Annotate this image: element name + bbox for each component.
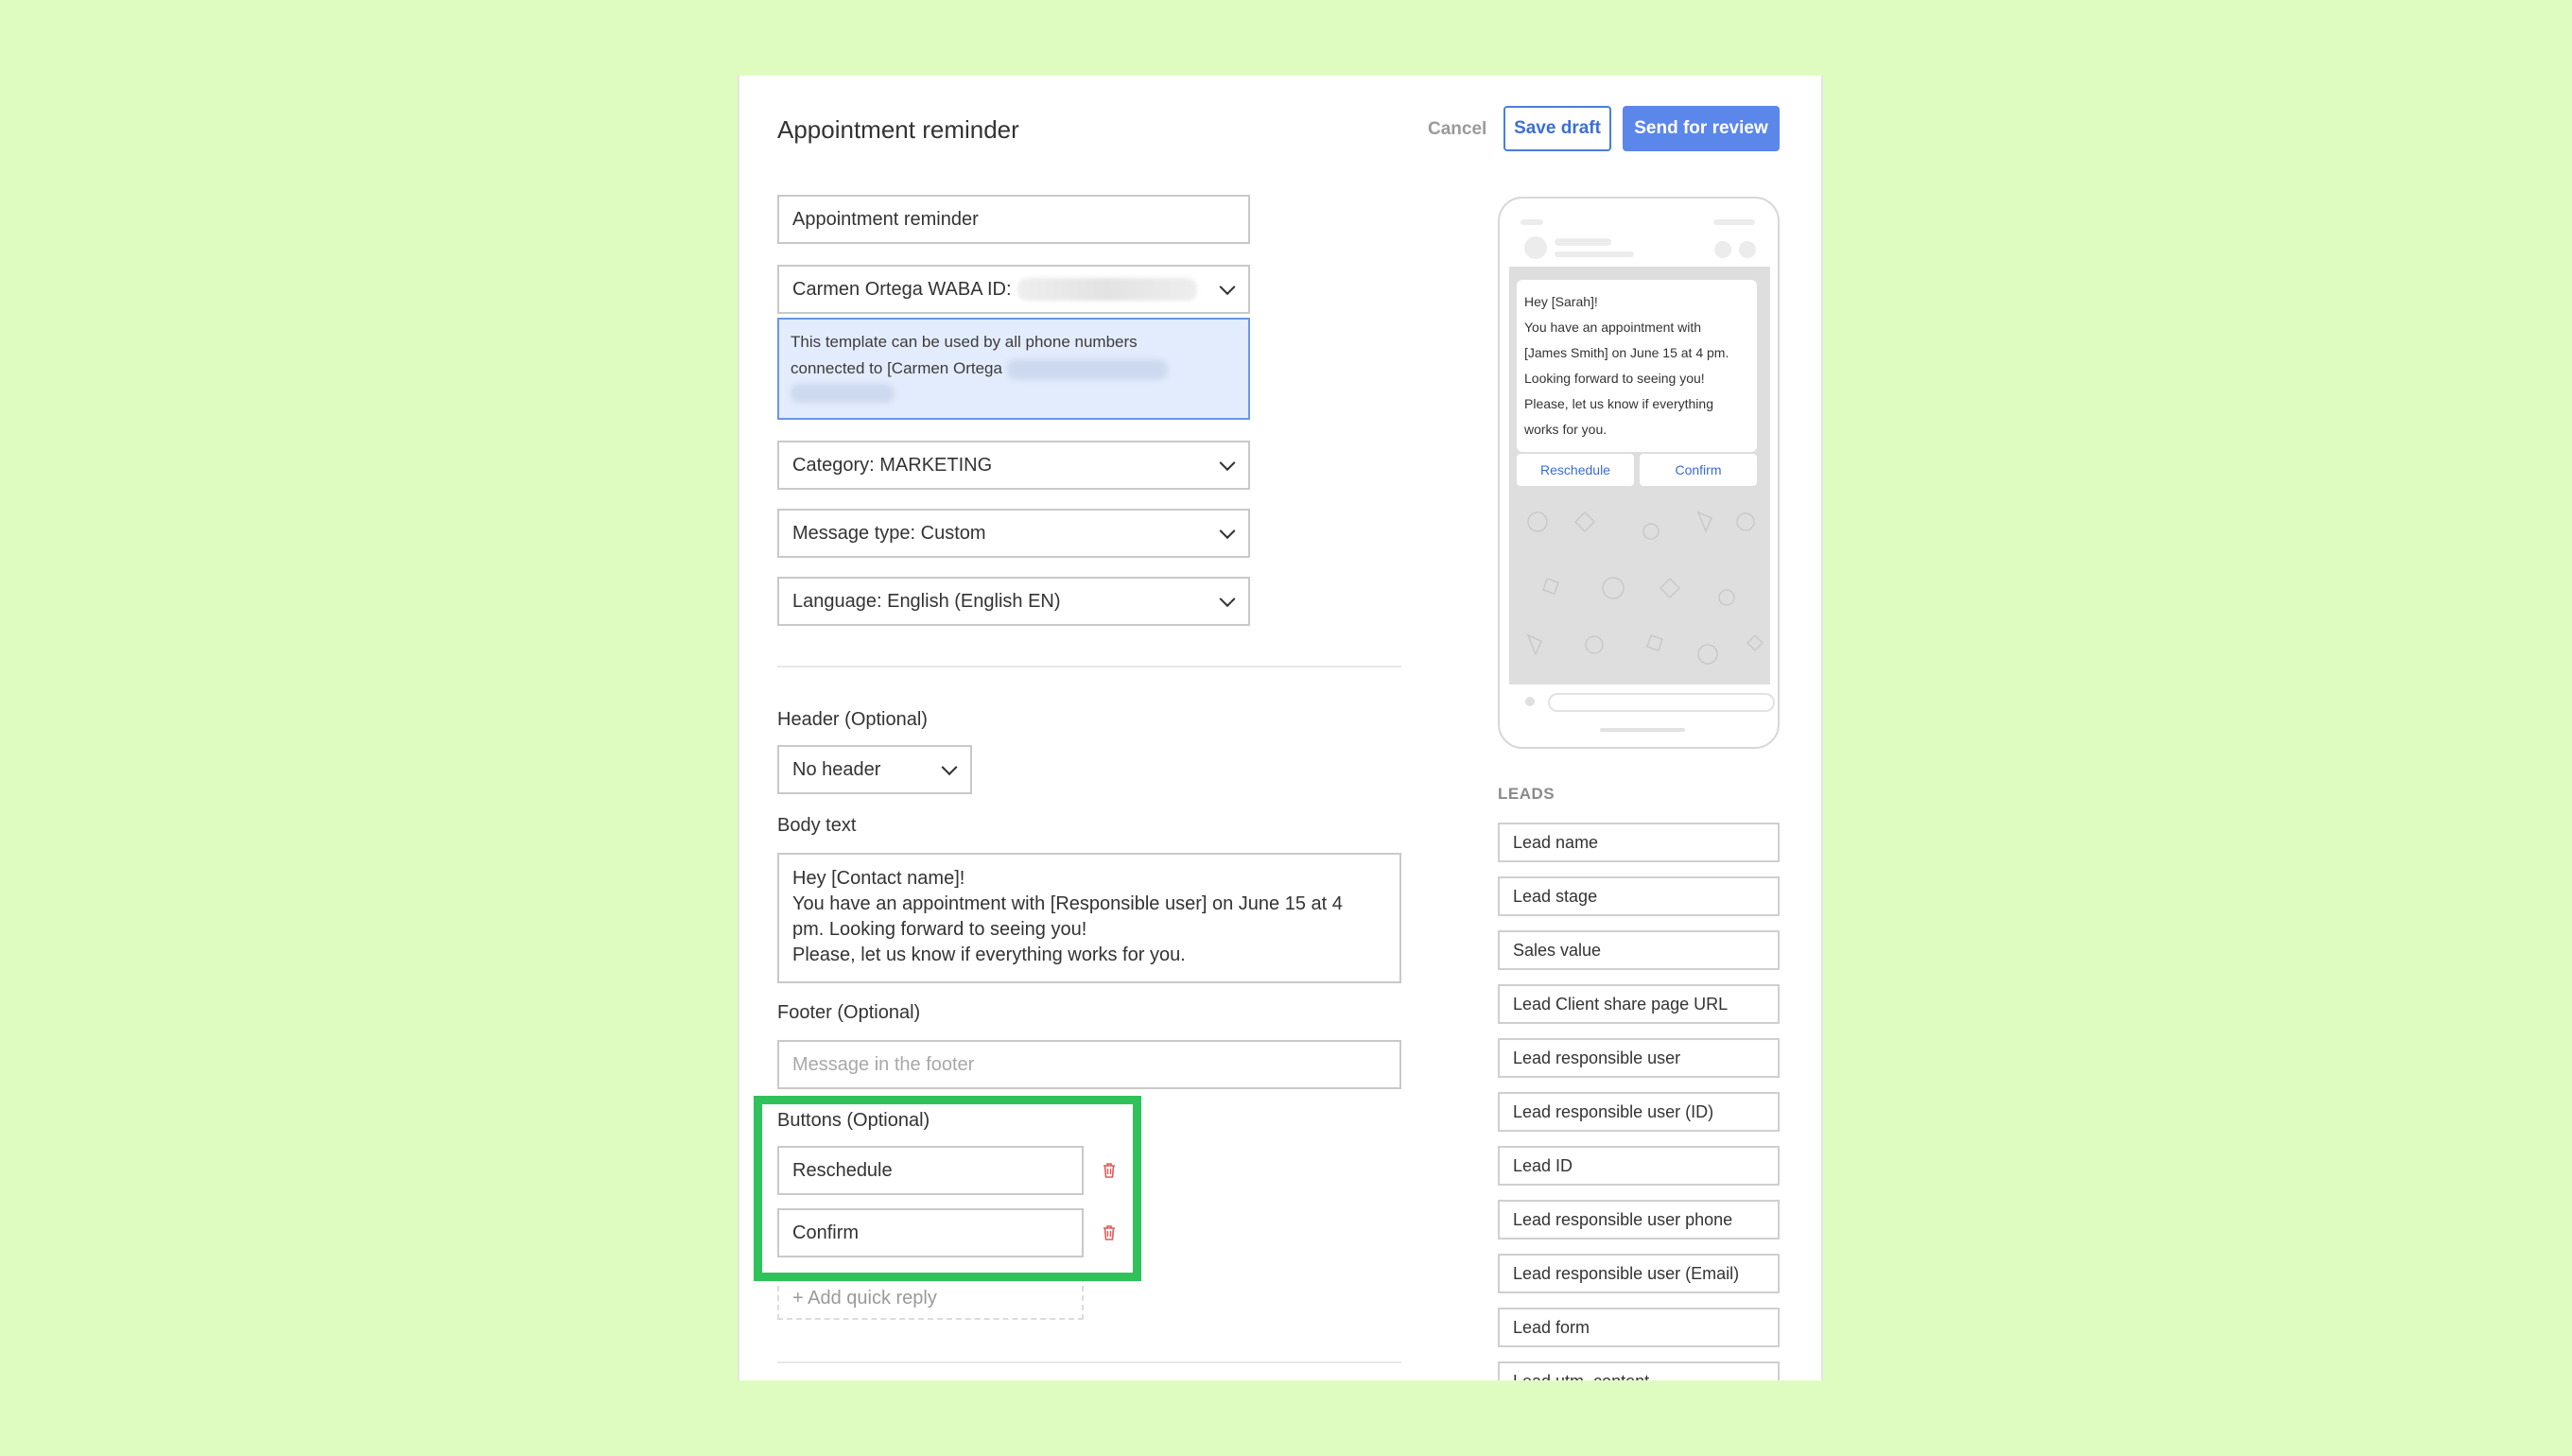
leads-section-title: LEADS [1498,785,1555,803]
language-value: Language: English (English EN) [792,590,1061,612]
lead-placeholder-item[interactable]: Lead ID [1498,1146,1780,1186]
divider [777,666,1401,667]
lead-placeholder-item[interactable]: Lead responsible user (ID) [1498,1092,1780,1132]
category-select[interactable]: Category: MARKETING [777,441,1250,490]
footer-label: Footer (Optional) [777,1002,921,1023]
chevron-down-icon [1219,591,1236,608]
template-name-value: Appointment reminder [792,208,979,230]
send-for-review-button[interactable]: Send for review [1623,106,1780,151]
header-select-value: No header [792,758,881,780]
template-name-input[interactable]: Appointment reminder [777,195,1250,244]
category-value: Category: MARKETING [792,454,993,476]
preview-line: Looking forward to seeing you! [1524,371,1705,386]
lead-placeholder-item[interactable]: Lead stage [1498,876,1780,916]
chevron-down-icon [1219,523,1236,540]
preview-button-reschedule: Reschedule [1517,454,1634,486]
add-quick-reply-button[interactable]: + Add quick reply [777,1276,1084,1320]
lead-placeholder-item[interactable]: Sales value [1498,930,1780,970]
lead-placeholder-item[interactable]: Lead Client share page URL [1498,984,1780,1024]
lead-placeholder-item[interactable]: Lead form [1498,1308,1780,1347]
body-text-label: Body text [777,815,857,836]
preview-line: Hey [Sarah]! [1524,294,1598,309]
divider [777,1361,1401,1363]
preview-line: Please, let us know if everything [1524,396,1713,411]
chevron-down-icon [941,759,958,776]
preview-line: [James Smith] on June 15 at 4 pm. [1524,345,1729,360]
chat-wallpaper-pattern [1526,511,1764,665]
header-select[interactable]: No header [777,745,972,794]
lead-placeholder-item[interactable]: Lead name [1498,823,1780,862]
save-draft-button[interactable]: Save draft [1503,106,1611,151]
preview-line: You have an appointment with [1524,320,1702,335]
lead-placeholder-item[interactable]: Lead utm_content [1498,1361,1780,1380]
redacted-text [1006,358,1168,380]
language-select[interactable]: Language: English (English EN) [777,577,1250,626]
header-label: Header (Optional) [777,709,928,730]
body-text-input[interactable]: Hey [Contact name]! You have an appointm… [777,853,1401,983]
preview-button-confirm: Confirm [1640,454,1757,486]
lead-placeholder-item[interactable]: Lead responsible user phone [1498,1200,1780,1239]
redacted-text-2 [791,384,895,403]
lead-placeholder-item[interactable]: Lead responsible user (Email) [1498,1254,1780,1293]
buttons-section-highlight [754,1096,1141,1281]
message-type-value: Message type: Custom [792,522,986,544]
phone-input-bar [1525,693,1775,732]
message-bubble: Hey [Sarah]! You have an appointment wit… [1517,280,1757,452]
phone-status-bar [1521,219,1756,259]
phone-preview: Hey [Sarah]! You have an appointment wit… [1498,197,1780,749]
chevron-down-icon [1219,279,1236,296]
note-line-1: This template can be used by all phone n… [791,333,1138,351]
note-line-2: connected to [Carmen Ortega [791,359,1002,377]
footer-input[interactable]: Message in the footer [777,1040,1401,1089]
preview-line: works for you. [1524,422,1608,437]
account-info-note: This template can be used by all phone n… [777,318,1250,420]
chevron-down-icon [1219,455,1236,472]
chat-screen: Hey [Sarah]! You have an appointment wit… [1509,267,1770,685]
footer-placeholder: Message in the footer [792,1053,975,1075]
page-title: Appointment reminder [777,115,1019,144]
cancel-button[interactable]: Cancel [1428,119,1486,140]
account-select[interactable]: Carmen Ortega WABA ID: [777,265,1250,314]
account-select-value: Carmen Ortega WABA ID: [792,278,1012,300]
lead-placeholder-item[interactable]: Lead responsible user [1498,1038,1780,1078]
message-type-select[interactable]: Message type: Custom [777,509,1250,558]
redacted-id [1017,278,1197,301]
